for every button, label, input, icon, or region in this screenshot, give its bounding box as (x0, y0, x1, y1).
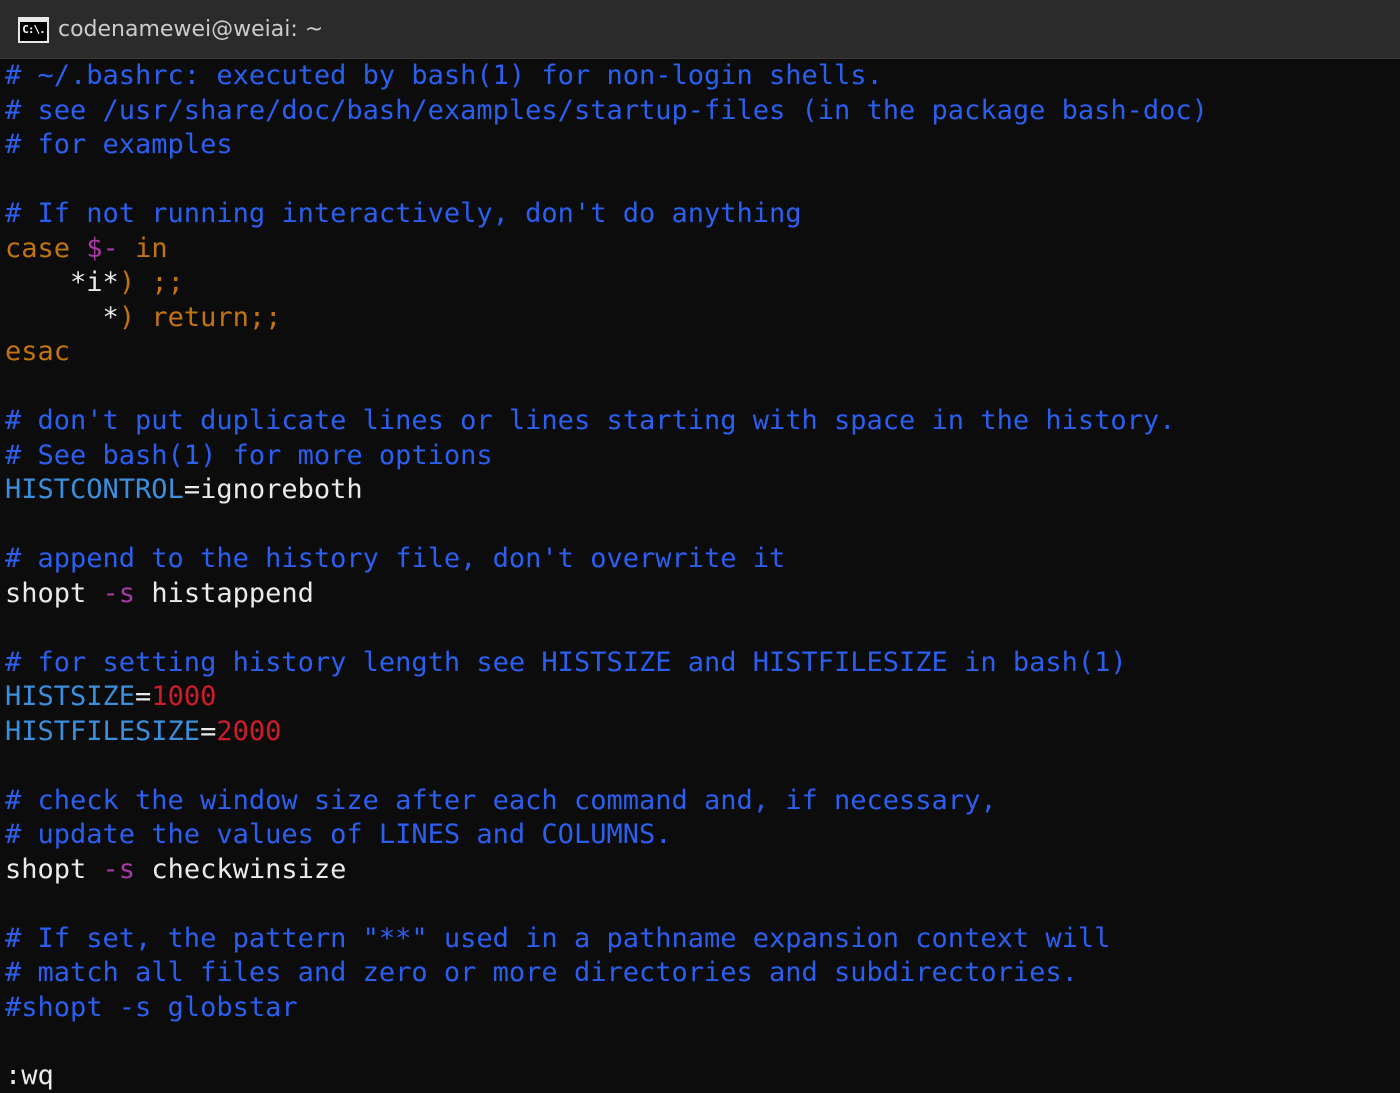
code-line-22: # check the window size after each comma… (5, 784, 997, 816)
assign-op: = (183, 474, 201, 505)
terminal-window: C:\. codenamewei@weiai: ~ # ~/.bashrc: e… (0, 0, 1400, 1093)
code-line-1: # ~/.bashrc: executed by bash(1) for non… (5, 60, 883, 91)
terminal-app-icon: C:\. (18, 17, 49, 43)
command-arg: histappend (151, 577, 314, 609)
case-paren: ) (118, 301, 136, 333)
title-bar[interactable]: C:\. codenamewei@weiai: ~ (0, 0, 1400, 59)
code-line-24: shopt -s checkwinsize (5, 853, 346, 887)
code-line-6: case $- in (5, 232, 168, 266)
window-title: codenamewei@weiai: ~ (58, 17, 324, 42)
code-line-2: # see /usr/share/doc/bash/examples/start… (5, 94, 1208, 126)
variable-value: ignoreboth (200, 474, 363, 505)
code-line-12: # See bash(1) for more options (5, 439, 493, 471)
case-body: return;; (135, 301, 282, 333)
assign-op: = (200, 715, 217, 747)
number-value: 1000 (151, 681, 217, 712)
special-var: $- (86, 232, 119, 264)
variable-name: HISTFILESIZE (5, 715, 201, 747)
code-line-28: #shopt -s globstar (5, 991, 298, 1023)
code-line-20: HISTFILESIZE=2000 (5, 715, 281, 749)
vim-command-line[interactable]: :wq (5, 1059, 54, 1093)
code-line-7: *i*) ;; (5, 266, 184, 300)
code-line-23: # update the values of LINES and COLUMNS… (5, 819, 672, 850)
code-line-16: shopt -s histappend (5, 577, 314, 611)
command: shopt (5, 577, 87, 609)
code-line-11: # don't put duplicate lines or lines sta… (5, 405, 1176, 436)
code-line-26: # If set, the pattern "**" used in a pat… (5, 922, 1111, 954)
variable-name: HISTSIZE (5, 681, 136, 712)
code-line-8: *) return;; (5, 301, 282, 335)
variable-name: HISTCONTROL (5, 474, 184, 505)
command: shopt (5, 853, 87, 885)
case-pattern: * (102, 301, 119, 333)
case-body: ;; (135, 267, 184, 298)
code-line-9: esac (5, 336, 71, 367)
number-value: 2000 (216, 715, 282, 747)
code-line-5: # If not running interactively, don't do… (5, 198, 802, 229)
assign-op: = (135, 681, 152, 712)
keyword-case: case (5, 232, 71, 264)
code-line-19: HISTSIZE=1000 (5, 680, 216, 714)
command-option: -s (102, 853, 136, 885)
code-line-27: # match all files and zero or more direc… (5, 957, 1078, 988)
code-line-3: # for examples (5, 129, 233, 160)
code-line-15: # append to the history file, don't over… (5, 543, 786, 574)
case-pattern: *i* (70, 267, 119, 298)
code-line-18: # for setting history length see HISTSIZ… (5, 646, 1127, 678)
vim-editor-buffer[interactable]: # ~/.bashrc: executed by bash(1) for non… (0, 59, 1400, 1093)
code-line-13: HISTCONTROL=ignoreboth (5, 473, 363, 507)
case-paren: ) (118, 267, 136, 298)
command-arg: checkwinsize (151, 853, 347, 885)
terminal-app-icon-text: C:\. (22, 23, 45, 36)
keyword-in: in (135, 232, 168, 264)
command-option: -s (102, 577, 136, 609)
